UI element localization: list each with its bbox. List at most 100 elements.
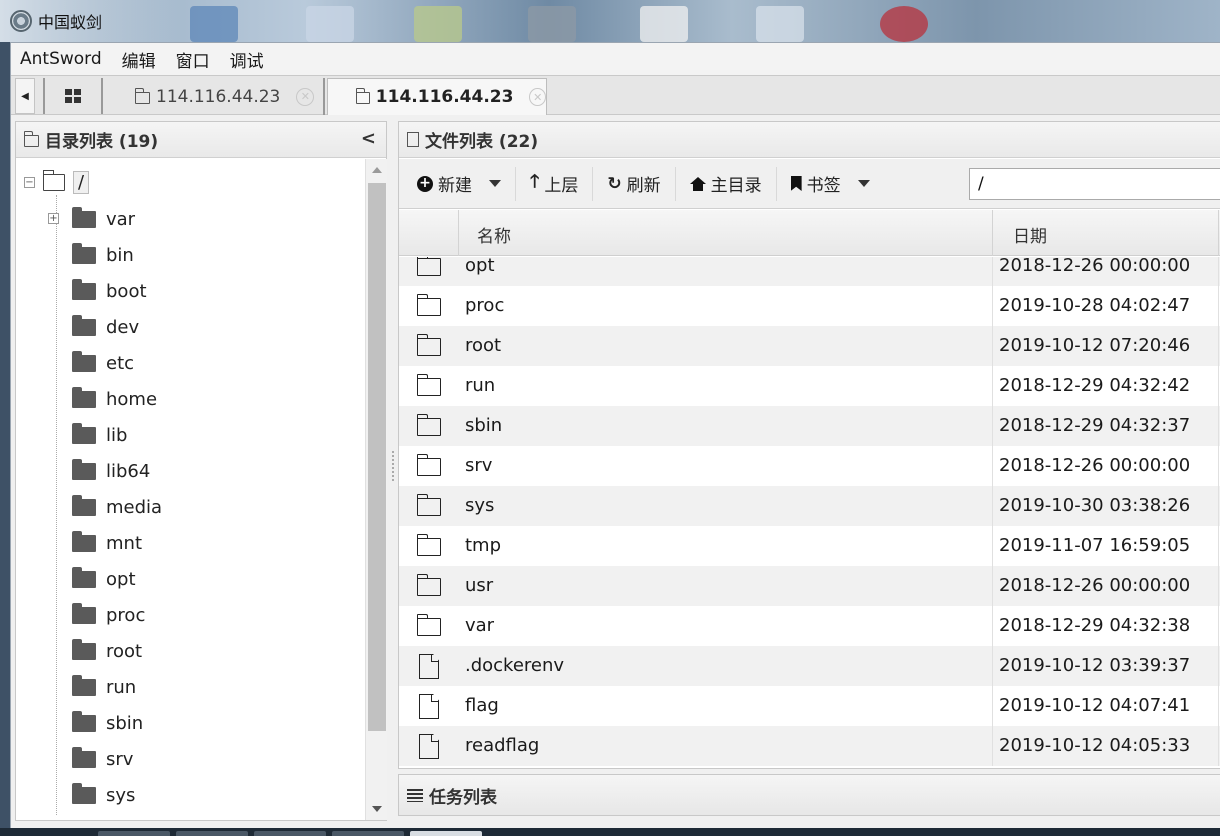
cell-divider xyxy=(1218,686,1219,726)
tab-shell-2[interactable]: 114.116.44.23 ✕ xyxy=(327,78,547,115)
scrollbar-thumb[interactable] xyxy=(368,183,386,731)
tree-item-label: boot xyxy=(106,280,147,302)
tree-item[interactable]: etc xyxy=(72,349,134,377)
table-row[interactable]: readflag 2019-10-12 04:05:33 xyxy=(399,726,1220,766)
tab-home[interactable] xyxy=(43,78,103,114)
table-row[interactable]: sys 2019-10-30 03:38:26 xyxy=(399,486,1220,526)
new-button[interactable]: + 新建 xyxy=(399,166,516,201)
column-divider[interactable] xyxy=(992,210,993,256)
file-date-cell: 2019-10-12 03:39:37 xyxy=(999,655,1191,676)
directory-panel-title: 目录列表 (19) xyxy=(45,132,159,152)
tab-bar: ◀ 114.116.44.23 ✕ 114.116.44.23 ✕ xyxy=(11,75,1220,115)
tree-item[interactable]: srv xyxy=(72,745,133,773)
tree-item[interactable]: opt xyxy=(72,565,136,593)
menu-item-edit[interactable]: 编辑 xyxy=(122,47,156,72)
table-row[interactable]: root 2019-10-12 07:20:46 xyxy=(399,326,1220,366)
table-row[interactable]: var 2018-12-29 04:32:38 xyxy=(399,606,1220,646)
tree-item-label: lib xyxy=(106,424,128,446)
taskbar-item[interactable] xyxy=(332,831,404,836)
file-icon xyxy=(417,694,439,719)
tree-item[interactable]: media xyxy=(72,493,162,521)
table-row[interactable]: .dockerenv 2019-10-12 03:39:37 xyxy=(399,646,1220,686)
file-date-cell: 2019-10-30 03:38:26 xyxy=(999,495,1191,516)
tree-item[interactable]: sbin xyxy=(72,709,143,737)
up-button[interactable]: 🡑 上层 xyxy=(516,166,594,201)
expand-node-icon[interactable]: + xyxy=(48,213,59,224)
tree-item-label: mnt xyxy=(106,532,142,554)
tree-item[interactable]: bin xyxy=(72,241,134,269)
folder-icon xyxy=(72,494,96,516)
table-row[interactable]: sbin 2018-12-29 04:32:37 xyxy=(399,406,1220,446)
file-panel-header: 文件列表 (22) xyxy=(399,122,1220,158)
taskbar-item-active[interactable] xyxy=(410,831,482,836)
table-row[interactable]: usr 2018-12-26 00:00:00 xyxy=(399,566,1220,606)
table-row[interactable]: srv 2018-12-26 00:00:00 xyxy=(399,446,1220,486)
path-input[interactable] xyxy=(969,168,1220,200)
collapse-node-icon[interactable]: − xyxy=(24,177,35,188)
menu-item-debug[interactable]: 调试 xyxy=(230,47,264,72)
table-row[interactable]: proc 2019-10-28 04:02:47 xyxy=(399,286,1220,326)
refresh-icon: ↻ xyxy=(607,173,622,194)
table-row[interactable]: tmp 2019-11-07 16:59:05 xyxy=(399,526,1220,566)
taskbar-item[interactable] xyxy=(176,831,248,836)
tree-item[interactable]: lib xyxy=(72,421,127,449)
menu-item-antsword[interactable]: AntSword xyxy=(20,49,102,69)
folder-icon xyxy=(416,534,441,556)
table-row[interactable]: run 2018-12-29 04:32:42 xyxy=(399,366,1220,406)
folder-icon xyxy=(72,782,96,804)
task-panel[interactable]: 任务列表 xyxy=(398,774,1220,816)
cell-divider xyxy=(1218,326,1219,366)
tree-root-label: / xyxy=(73,171,90,194)
tab-label: 114.116.44.23 xyxy=(156,86,281,107)
cell-divider xyxy=(992,286,993,326)
close-icon[interactable]: ✕ xyxy=(529,88,546,106)
cell-divider xyxy=(1218,606,1219,646)
tree-item-label: lib64 xyxy=(106,460,151,482)
taskbar-item[interactable] xyxy=(98,831,170,836)
table-row[interactable]: opt 2018-12-26 00:00:00 xyxy=(399,257,1220,286)
close-icon[interactable]: ✕ xyxy=(296,87,315,106)
column-header-date[interactable]: 日期 xyxy=(1013,222,1047,247)
desktop-icon xyxy=(414,6,462,42)
refresh-button[interactable]: ↻ 刷新 xyxy=(593,166,676,201)
tree-item[interactable]: dev xyxy=(72,313,139,341)
home-dir-button[interactable]: 主目录 xyxy=(676,166,777,201)
tree-item[interactable]: lib64 xyxy=(72,457,150,485)
tree-item[interactable]: mnt xyxy=(72,529,142,557)
tree-item[interactable]: + var xyxy=(48,205,135,233)
bookmark-button[interactable]: 书签 xyxy=(777,167,884,201)
column-header-name[interactable]: 名称 xyxy=(477,222,511,247)
scroll-up-icon[interactable] xyxy=(372,167,382,173)
tree-root[interactable]: − / xyxy=(24,170,90,194)
cell-divider xyxy=(992,366,993,406)
scroll-down-icon[interactable] xyxy=(372,806,382,812)
file-icon xyxy=(417,654,439,679)
file-toolbar: + 新建 🡑 上层 ↻ 刷新 主目录 书签 xyxy=(399,159,1220,209)
desktop-icon xyxy=(880,6,928,42)
tab-shell-1[interactable]: 114.116.44.23 ✕ xyxy=(107,78,325,115)
file-name-cell: tmp xyxy=(465,535,502,556)
icon-column-header xyxy=(399,210,459,256)
tree-item[interactable]: proc xyxy=(72,601,145,629)
tree-item[interactable]: home xyxy=(72,385,157,413)
file-name-cell: .dockerenv xyxy=(465,655,565,676)
collapse-panel-icon[interactable]: < xyxy=(361,128,376,149)
cell-divider xyxy=(992,257,993,286)
taskbar-item[interactable] xyxy=(254,831,326,836)
folder-icon xyxy=(72,350,96,372)
directory-scrollbar[interactable] xyxy=(365,159,387,820)
tree-item[interactable]: root xyxy=(72,637,142,665)
cell-divider xyxy=(992,606,993,646)
tree-item[interactable]: sys xyxy=(72,781,135,809)
cell-divider xyxy=(1218,726,1219,766)
tab-scroll-left-button[interactable]: ◀ xyxy=(15,78,35,114)
table-row[interactable]: flag 2019-10-12 04:07:41 xyxy=(399,686,1220,726)
file-name-cell: flag xyxy=(465,695,499,716)
column-divider[interactable] xyxy=(1218,210,1219,256)
menu-item-window[interactable]: 窗口 xyxy=(176,47,210,72)
tree-item[interactable]: run xyxy=(72,673,136,701)
tree-item[interactable]: boot xyxy=(72,277,147,305)
panel-splitter[interactable] xyxy=(389,121,397,821)
file-grid-header: 名称 日期 xyxy=(399,210,1220,256)
window-titlebar: 中国蚁剑 xyxy=(0,0,180,42)
